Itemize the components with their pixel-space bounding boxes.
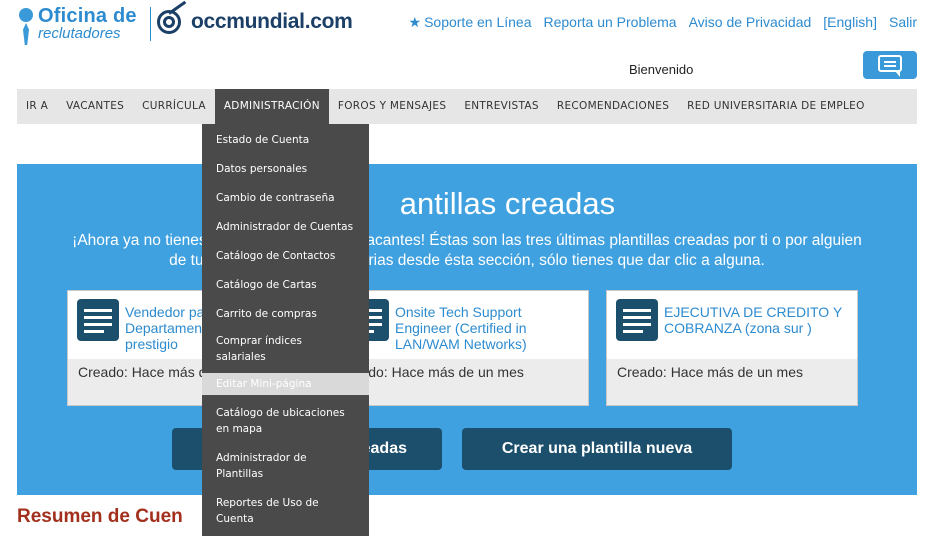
account-summary-title: Resumen de Cuen: [17, 506, 183, 527]
menu-administrador-plantillas[interactable]: Administrador de Plantillas: [202, 450, 369, 490]
menu-catalogo-contactos[interactable]: Catálogo de Contactos: [202, 244, 369, 268]
menu-estado-cuenta[interactable]: Estado de Cuenta: [202, 128, 369, 152]
menu-reportes-uso[interactable]: Reportes de Uso de Cuenta: [202, 495, 369, 535]
administracion-dropdown: Estado de Cuenta Datos personales Cambio…: [202, 124, 369, 536]
menu-editar-mini-pagina[interactable]: Editar Mini-página: [202, 373, 369, 395]
menu-carrito-compras[interactable]: Carrito de compras: [202, 302, 369, 326]
template-card[interactable]: Onsite Tech Support Engineer (Certified …: [337, 290, 589, 406]
logo-line1: Oficina de: [38, 5, 137, 27]
nav-ir-a[interactable]: IR A: [17, 89, 57, 124]
menu-datos-personales[interactable]: Datos personales: [202, 157, 369, 181]
menu-catalogo-ubicaciones[interactable]: Catálogo de ubicaciones en mapa: [202, 405, 369, 445]
create-template-button[interactable]: Crear una plantilla nueva: [462, 428, 732, 470]
report-problem-link[interactable]: Reporta un Problema: [544, 14, 677, 31]
nav-vacantes[interactable]: VACANTES: [57, 89, 133, 124]
templates-banner: Mis plantillas creadas ¡Ahora ya no tien…: [17, 164, 917, 495]
nav-curricula[interactable]: CURRÍCULA: [133, 89, 215, 124]
menu-comprar-indices[interactable]: Comprar índices salariales: [202, 331, 369, 371]
nav-recomendaciones[interactable]: RECOMENDACIONES: [548, 89, 678, 124]
template-title[interactable]: EJECUTIVA DE CREDITO Y COBRANZA (zona su…: [664, 304, 854, 336]
main-nav: IR A VACANTES CURRÍCULA ADMINISTRACIÓN F…: [17, 89, 917, 124]
nav-foros-mensajes[interactable]: FOROS Y MENSAJES: [329, 89, 455, 124]
template-created: Creado: Hace más de un mes: [617, 364, 803, 380]
template-created: reado: Hace más de un mes: [348, 364, 524, 380]
occ-target-icon: [157, 0, 189, 36]
menu-administrador-cuentas[interactable]: Administrador de Cuentas: [202, 215, 369, 239]
recruiter-person-icon: [16, 6, 36, 45]
menu-catalogo-cartas[interactable]: Catálogo de Cartas: [202, 273, 369, 297]
document-icon: [77, 299, 119, 341]
nav-administracion[interactable]: ADMINISTRACIÓN: [214, 89, 329, 124]
occmundial-logo[interactable]: occmundial.com: [157, 0, 353, 36]
privacy-link[interactable]: Aviso de Privacidad: [689, 14, 812, 31]
logo-divider: [150, 7, 151, 41]
chat-button[interactable]: [863, 51, 917, 79]
banner-description: ¡Ahora ya no tienes c vacantes! Éstas son…: [72, 232, 862, 269]
header: Oficina de reclutadores occmundial.com ★…: [0, 0, 943, 50]
top-links: ★ Soporte en Línea Reporta un Problema Av…: [409, 14, 917, 31]
english-link[interactable]: [English]: [823, 14, 877, 31]
menu-cambio-contrasena[interactable]: Cambio de contraseña: [202, 186, 369, 210]
welcome-text: Bienvenido: [629, 62, 694, 77]
nav-red-universitaria[interactable]: RED UNIVERSITARIA DE EMPLEO: [678, 89, 874, 124]
logo-line2: reclutadores: [38, 25, 121, 42]
template-card[interactable]: EJECUTIVA DE CREDITO Y COBRANZA (zona su…: [606, 290, 858, 406]
nav-entrevistas[interactable]: ENTREVISTAS: [455, 89, 548, 124]
document-icon: [616, 299, 658, 341]
oficina-reclutadores-logo[interactable]: Oficina de reclutadores: [16, 5, 137, 45]
template-created: Creado: Hace más d: [78, 364, 207, 380]
support-link[interactable]: ★ Soporte en Línea: [409, 14, 532, 31]
template-title[interactable]: Onsite Tech Support Engineer (Certified …: [395, 304, 585, 352]
chat-icon: [878, 55, 902, 72]
banner-title: Mis plantillas creadas: [399, 186, 616, 221]
star-icon: ★: [408, 14, 422, 30]
brand-name: occmundial.com: [191, 10, 353, 33]
logout-link[interactable]: Salir: [889, 14, 917, 31]
